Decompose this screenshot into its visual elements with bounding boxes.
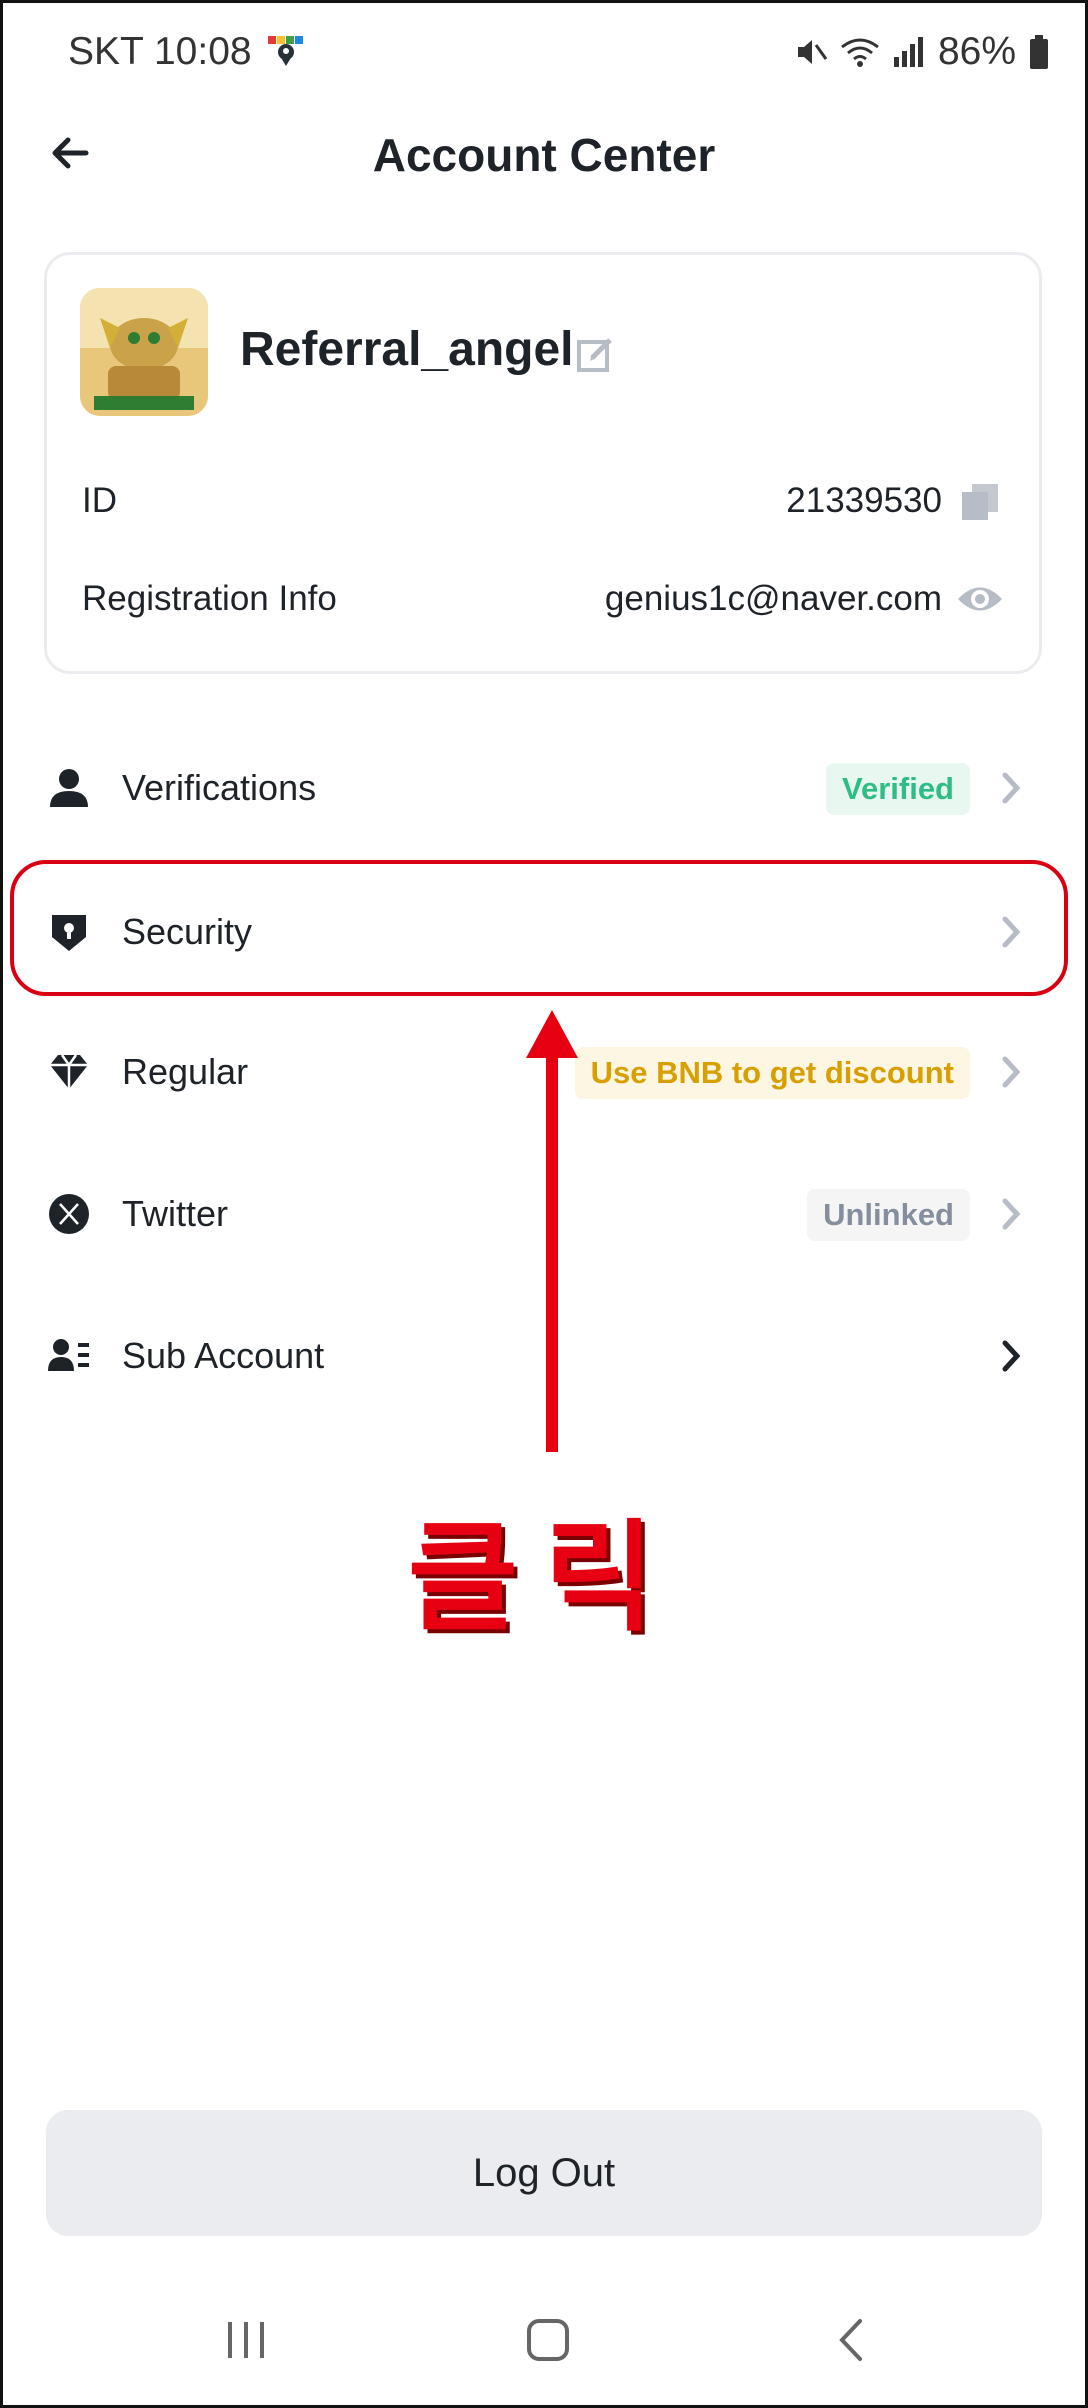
unlinked-badge: Unlinked: [807, 1189, 970, 1241]
carrier-time: SKT 10:08: [68, 30, 252, 73]
chevron-right-icon: [1002, 772, 1021, 804]
username: Referral_angel: [240, 323, 574, 376]
id-value: 21339530: [786, 481, 942, 520]
menu-row-verifications[interactable]: Verifications Verified: [0, 733, 1088, 843]
home-icon[interactable]: [526, 2318, 570, 2362]
battery-percent: 86%: [937, 30, 1016, 73]
click-annotation: 클릭: [407, 1511, 681, 1645]
page-title: Account Center: [372, 129, 716, 181]
chevron-right-icon: [1002, 1056, 1021, 1088]
chevron-right-icon: [1002, 1340, 1021, 1372]
annotation-arrow-icon: [526, 1010, 578, 1452]
registration-label: Registration Info: [82, 579, 337, 618]
sub-account-icon: [48, 1339, 89, 1371]
security-highlight-box: [10, 860, 1068, 996]
chevron-right-icon: [1002, 1198, 1021, 1230]
battery-icon: [1030, 35, 1048, 69]
status-bar-right: 86%: [794, 30, 1050, 74]
menu-label-verifications: Verifications: [122, 767, 317, 808]
signal-icon: [893, 37, 923, 67]
bnb-discount-badge: Use BNB to get discount: [574, 1047, 970, 1099]
eye-icon[interactable]: [956, 580, 1004, 618]
person-icon: [50, 769, 88, 807]
menu-label-twitter: Twitter: [122, 1193, 229, 1234]
location-app-icon: [267, 36, 303, 66]
logout-button[interactable]: Log Out: [46, 2110, 1042, 2236]
wifi-icon: [841, 38, 879, 67]
id-label: ID: [82, 481, 117, 520]
menu-label-sub-account: Sub Account: [122, 1335, 325, 1376]
mute-icon: [797, 40, 828, 64]
avatar[interactable]: [80, 288, 208, 416]
x-logo-icon: [49, 1194, 89, 1234]
status-bar-left: SKT 10:08: [68, 30, 306, 74]
verified-badge: Verified: [826, 763, 970, 815]
registration-value: genius1c@naver.com: [604, 579, 942, 618]
menu-label-regular: Regular: [122, 1051, 249, 1092]
diamond-icon: [50, 1054, 88, 1089]
edit-icon[interactable]: [576, 334, 616, 374]
recents-icon[interactable]: [222, 2318, 270, 2362]
nav-back-icon[interactable]: [836, 2318, 866, 2362]
copy-icon[interactable]: [960, 482, 1000, 522]
